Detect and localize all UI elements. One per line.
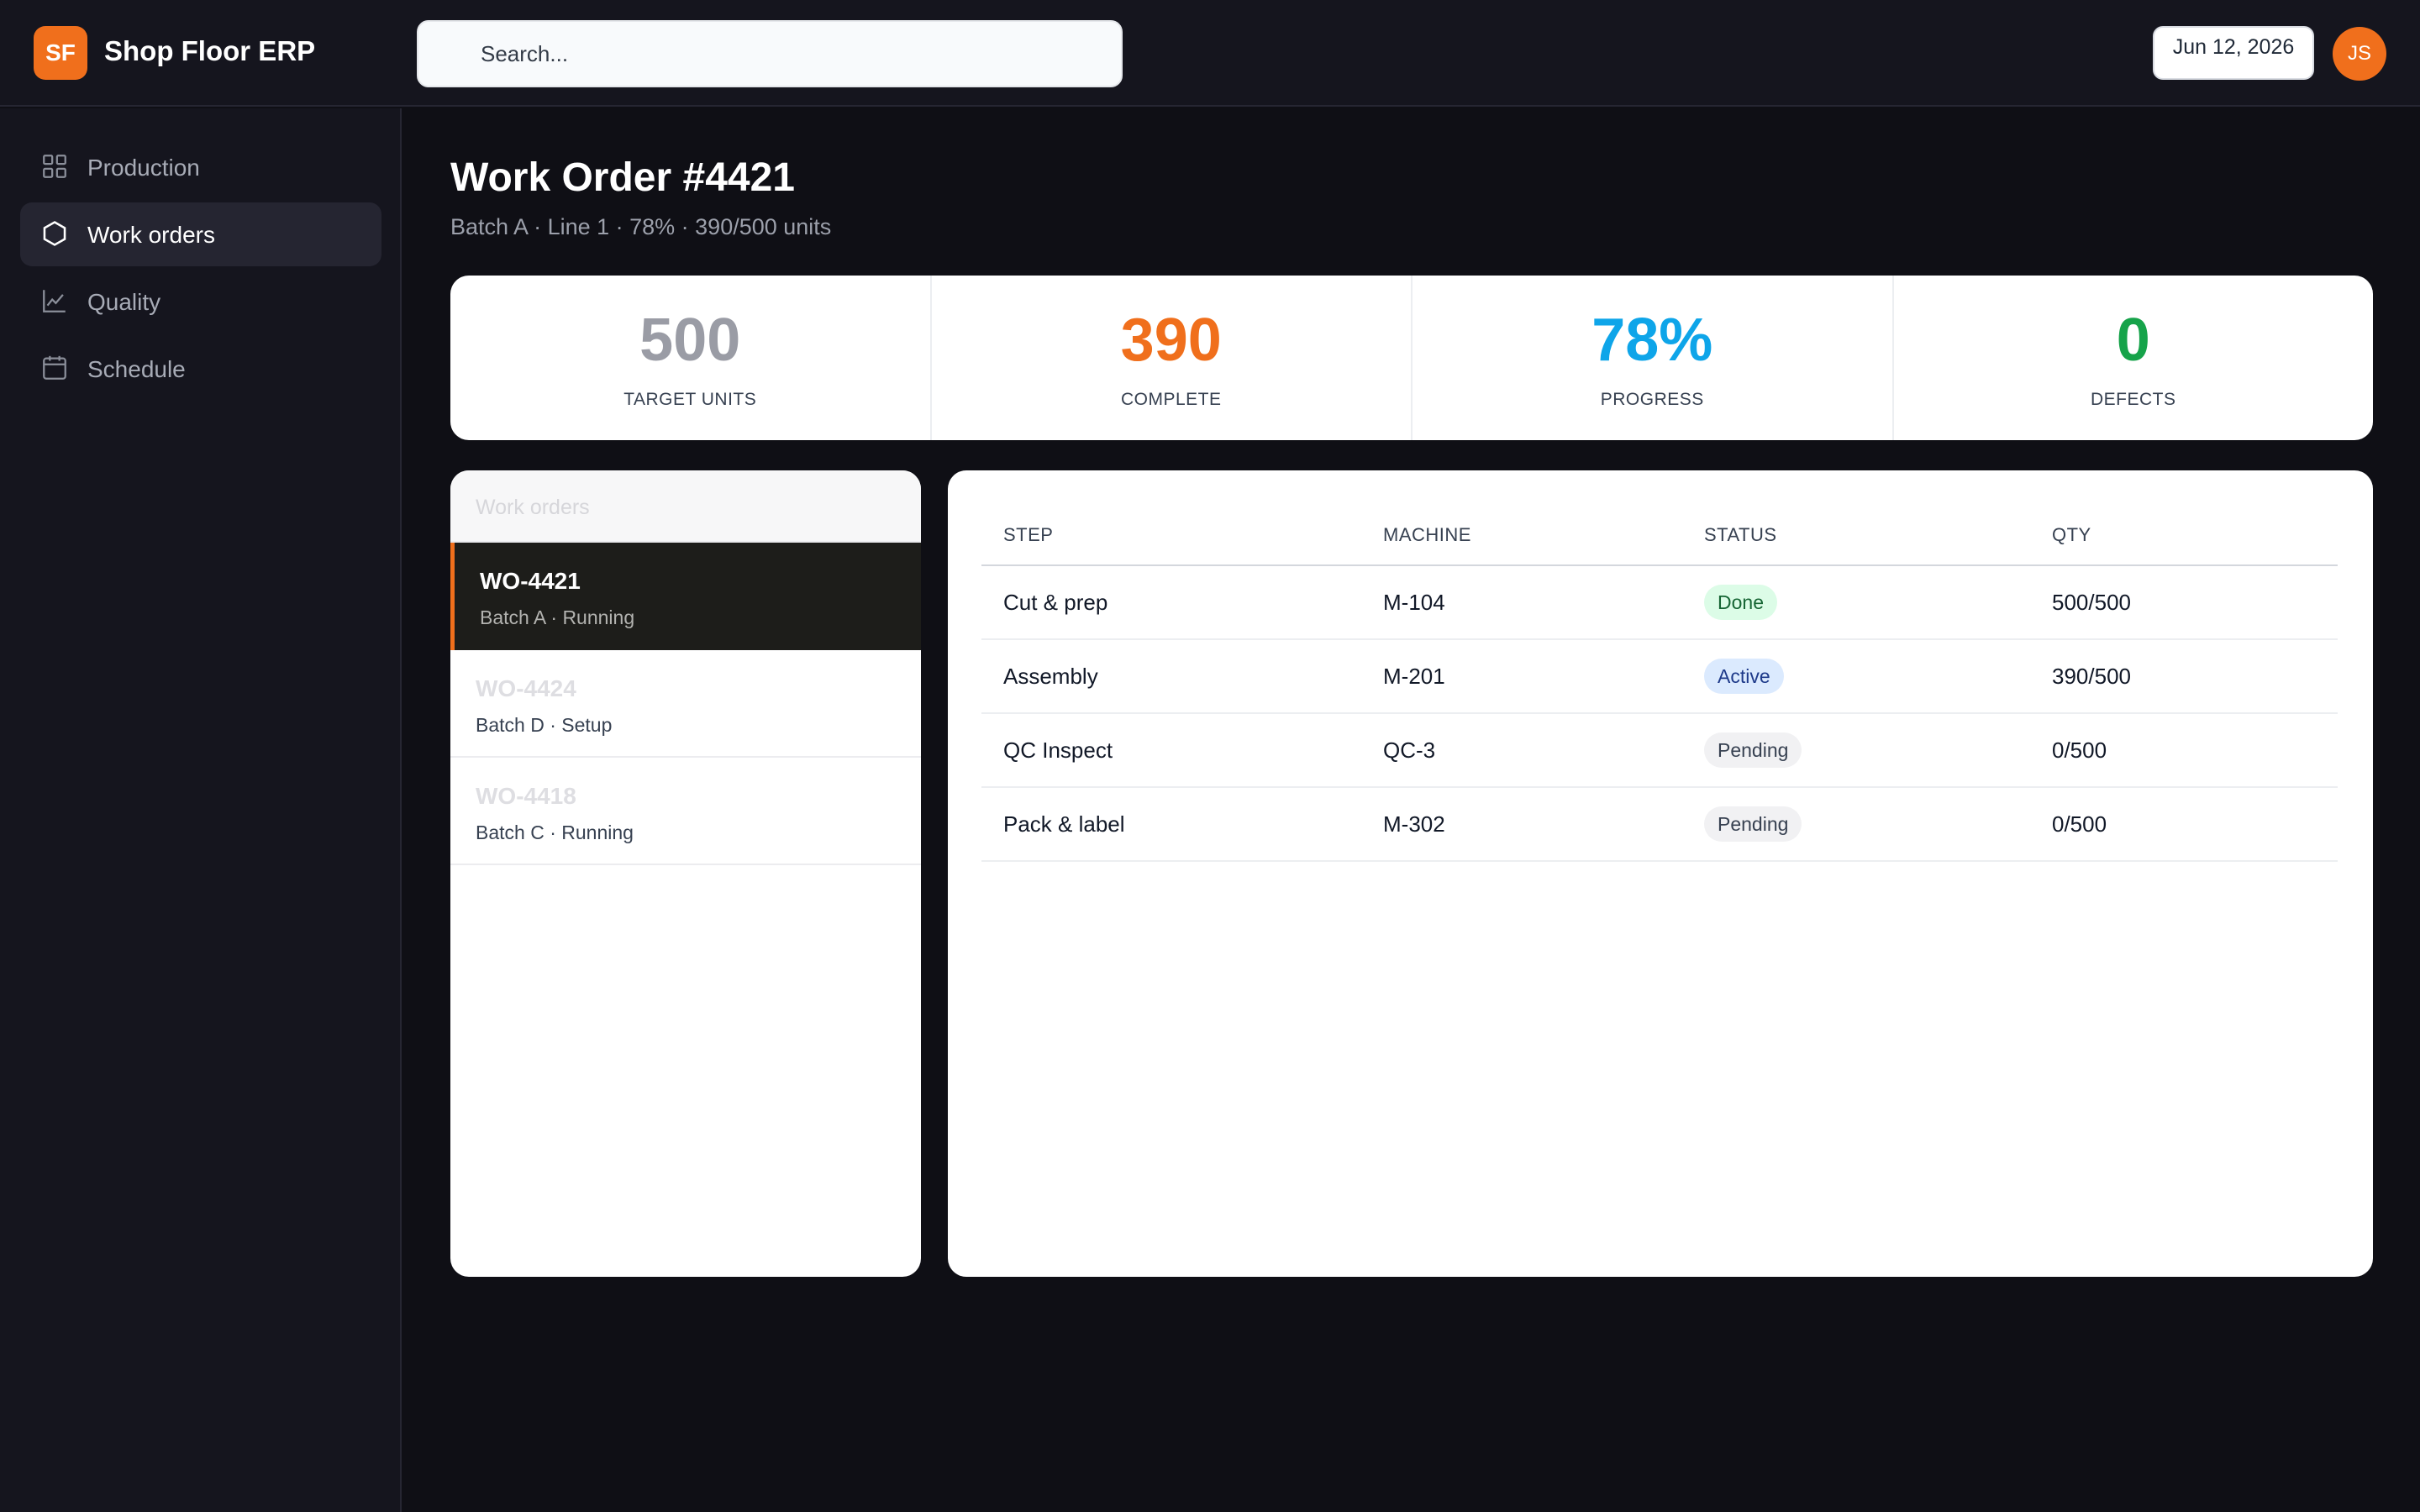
- machine-cell: M-302: [1383, 811, 1445, 837]
- table-row[interactable]: Cut & prep M-104 Done 500/500: [981, 566, 2338, 640]
- step-cell: Assembly: [1003, 664, 1098, 689]
- stat-label: TARGET UNITS: [623, 390, 757, 409]
- work-order-item[interactable]: WO-4418 Batch C · Running: [450, 758, 921, 865]
- status-badge: Done: [1704, 585, 1777, 620]
- work-orders-panel: Work orders WO-4421 Batch A · Running WO…: [450, 470, 921, 1277]
- app-logo: SF: [34, 26, 87, 80]
- step-cell: Pack & label: [1003, 811, 1125, 837]
- sidebar-item-production[interactable]: Production: [20, 135, 381, 199]
- top-bar: SF Shop Floor ERP Jun 12, 2026 JS: [0, 0, 2420, 107]
- machine-cell: QC-3: [1383, 738, 1436, 763]
- search-input[interactable]: [481, 22, 1102, 86]
- work-order-item[interactable]: WO-4421 Batch A · Running: [450, 543, 921, 650]
- steps-table-panel: STEP MACHINE STATUS QTY Cut & prep M-104…: [948, 470, 2373, 1277]
- stat-value: 390: [1120, 307, 1222, 374]
- work-orders-header: Work orders: [450, 470, 921, 543]
- hexagon-icon: [43, 221, 66, 246]
- column-header-status[interactable]: STATUS: [1704, 524, 1777, 546]
- work-order-meta: Batch C · Running: [476, 822, 634, 843]
- work-order-item[interactable]: WO-4424 Batch D · Setup: [450, 650, 921, 758]
- page-subtitle: Batch A · Line 1 · 78% · 390/500 units: [450, 214, 832, 239]
- step-cell: Cut & prep: [1003, 590, 1108, 615]
- status-badge: Pending: [1704, 806, 1802, 842]
- qty-cell: 0/500: [2052, 738, 2107, 763]
- step-cell: QC Inspect: [1003, 738, 1113, 763]
- search-icon: [443, 45, 464, 66]
- status-badge: Active: [1704, 659, 1784, 694]
- table-row[interactable]: Assembly M-201 Active 390/500: [981, 640, 2338, 714]
- sidebar-item-label: Schedule: [87, 356, 186, 382]
- sidebar-item-label: Quality: [87, 289, 161, 315]
- work-order-id: WO-4418: [476, 783, 576, 809]
- app-title: Shop Floor ERP: [104, 35, 316, 66]
- stat-complete: 390 COMPLETE: [932, 276, 1413, 440]
- sidebar-item-quality[interactable]: Quality: [20, 270, 381, 333]
- qty-cell: 390/500: [2052, 664, 2131, 689]
- column-header-qty[interactable]: QTY: [2052, 524, 2091, 546]
- qty-cell: 0/500: [2052, 811, 2107, 837]
- status-badge: Pending: [1704, 732, 1802, 768]
- sidebar: Production Work orders Quality Schedule: [0, 108, 402, 1512]
- stat-value: 0: [2116, 307, 2150, 374]
- work-orders-header-label: Work orders: [476, 496, 590, 519]
- table-row[interactable]: Pack & label M-302 Pending 0/500: [981, 788, 2338, 862]
- qty-cell: 500/500: [2052, 590, 2131, 615]
- stat-defects: 0 DEFECTS: [1894, 276, 2374, 440]
- stat-label: COMPLETE: [1120, 390, 1222, 409]
- stats-card: 500 TARGET UNITS 390 COMPLETE 78% PROGRE…: [450, 276, 2373, 440]
- grid-icon: [43, 155, 66, 178]
- stat-label: DEFECTS: [2090, 390, 2176, 409]
- chart-line-icon: [43, 290, 66, 312]
- sidebar-item-label: Production: [87, 155, 200, 181]
- search-box[interactable]: [417, 20, 1123, 87]
- stat-value: 500: [639, 307, 741, 374]
- work-order-id: WO-4424: [476, 675, 576, 701]
- table-row[interactable]: QC Inspect QC-3 Pending 0/500: [981, 714, 2338, 788]
- work-order-meta: Batch A · Running: [480, 606, 635, 628]
- machine-cell: M-201: [1383, 664, 1445, 689]
- stat-target-units: 500 TARGET UNITS: [450, 276, 932, 440]
- sidebar-item-work-orders[interactable]: Work orders: [20, 202, 381, 266]
- column-header-step[interactable]: STEP: [1003, 524, 1053, 546]
- calendar-icon: [43, 355, 66, 380]
- work-order-meta: Batch D · Setup: [476, 714, 613, 736]
- date-chip[interactable]: Jun 12, 2026: [2153, 26, 2314, 80]
- column-header-machine[interactable]: MACHINE: [1383, 524, 1471, 546]
- user-avatar[interactable]: JS: [2333, 27, 2386, 81]
- work-order-id: WO-4421: [480, 568, 581, 594]
- sidebar-item-schedule[interactable]: Schedule: [20, 337, 381, 401]
- stat-progress: 78% PROGRESS: [1413, 276, 1894, 440]
- machine-cell: M-104: [1383, 590, 1445, 615]
- stat-value: 78%: [1591, 307, 1713, 374]
- sidebar-item-label: Work orders: [87, 222, 215, 248]
- stat-label: PROGRESS: [1600, 390, 1704, 409]
- page-title: Work Order #4421: [450, 155, 795, 200]
